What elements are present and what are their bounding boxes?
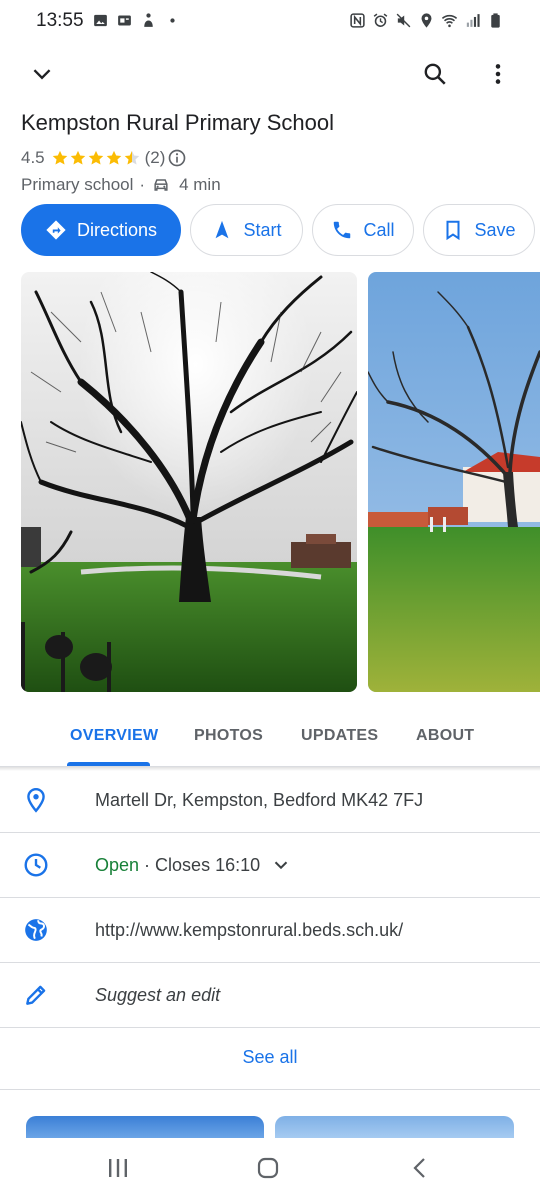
location-pin-icon: [22, 786, 50, 814]
rating-row[interactable]: 4.5 (2): [21, 146, 187, 170]
hours-closing-time: Closes 16:10: [155, 854, 261, 875]
top-app-bar: [0, 52, 540, 96]
location-icon: [421, 13, 432, 28]
call-button[interactable]: Call: [312, 204, 414, 256]
wifi-icon: [441, 14, 458, 28]
directions-label: Directions: [76, 219, 158, 240]
battery-icon: [491, 13, 500, 28]
dot-icon: [170, 18, 175, 23]
meta-separator: ·: [139, 175, 146, 194]
tree-photo-image: [21, 272, 357, 692]
place-category: Primary school: [21, 175, 134, 194]
home-icon: [257, 1157, 279, 1179]
directions-icon: [46, 220, 66, 240]
phone-icon: [334, 221, 351, 239]
tab-about[interactable]: ABOUT: [416, 705, 474, 767]
figure-icon: [144, 13, 153, 27]
recents-button[interactable]: [88, 1148, 148, 1188]
status-bar: 13:55: [0, 0, 540, 44]
back-icon: [413, 1158, 425, 1178]
star-half-icon: [124, 150, 139, 165]
status-right-icons: [349, 12, 504, 29]
place-meta-row: Primary school · 4 min: [21, 173, 221, 197]
pencil-icon: [22, 981, 50, 1009]
preview-card[interactable]: [26, 1116, 264, 1140]
website-link[interactable]: http://www.kempstonrural.beds.sch.uk/: [95, 920, 403, 941]
suggest-edit-row[interactable]: Suggest an edit: [0, 963, 540, 1028]
tab-bar: OVERVIEW PHOTOS UPDATES ABOUT: [0, 705, 540, 767]
call-label: Call: [363, 219, 395, 240]
star-full-icon: [52, 150, 67, 165]
search-icon: [424, 63, 446, 85]
recents-icon: [109, 1159, 127, 1177]
hours-open-status: Open: [95, 854, 140, 875]
collapse-button[interactable]: [20, 52, 64, 96]
place-title: Kempston Rural Primary School: [21, 110, 335, 135]
start-label: Start: [243, 219, 282, 240]
drive-time: 4 min: [179, 175, 221, 194]
more-vert-icon: [495, 64, 501, 84]
tab-overview[interactable]: OVERVIEW: [70, 705, 158, 767]
review-count: (2): [144, 148, 166, 167]
address-row[interactable]: Martell Dr, Kempston, Bedford MK42 7FJ: [0, 768, 540, 833]
hours-row[interactable]: Open · Closes 16:10: [0, 833, 540, 898]
website-row[interactable]: http://www.kempstonrural.beds.sch.uk/: [0, 898, 540, 963]
navigation-arrow-icon: [216, 220, 229, 239]
school-photo-image: [368, 272, 540, 692]
save-label: Save: [474, 219, 516, 240]
more-options-button[interactable]: [476, 52, 520, 96]
status-time: 13:55: [36, 10, 84, 31]
photo-tree-main[interactable]: [21, 272, 357, 692]
nfc-icon: [350, 13, 365, 28]
chevron-down-icon: [33, 69, 51, 80]
globe-icon: [22, 916, 50, 944]
directions-button[interactable]: Directions: [21, 204, 181, 256]
back-button[interactable]: [390, 1148, 450, 1188]
preview-card[interactable]: [275, 1116, 514, 1140]
chevron-down-icon[interactable]: [270, 854, 292, 876]
home-button[interactable]: [238, 1148, 298, 1188]
suggest-edit-text: Suggest an edit: [95, 984, 221, 1005]
tab-updates[interactable]: UPDATES: [301, 705, 378, 767]
alarm-icon: [373, 13, 388, 27]
save-button[interactable]: Save: [423, 204, 535, 256]
info-icon[interactable]: [167, 148, 187, 168]
tab-photos[interactable]: PHOTOS: [194, 705, 263, 767]
hours-text: Open · Closes 16:10: [95, 854, 292, 876]
photo-tree-school[interactable]: [368, 272, 540, 692]
rating-value: 4.5: [21, 148, 45, 167]
mute-icon: [396, 13, 411, 28]
star-rating: [51, 149, 141, 167]
see-all-button[interactable]: See all: [0, 1026, 540, 1090]
status-left-icons: [92, 12, 181, 29]
search-button[interactable]: [413, 52, 457, 96]
signal-icon: [466, 14, 480, 27]
address-text: Martell Dr, Kempston, Bedford MK42 7FJ: [95, 789, 424, 810]
star-full-icon: [88, 150, 103, 165]
star-full-icon: [106, 150, 121, 165]
cast-icon: [118, 15, 131, 26]
clock-icon: [22, 851, 50, 879]
gallery-icon: [94, 14, 107, 27]
start-button[interactable]: Start: [190, 204, 303, 256]
tab-active-indicator: [67, 762, 150, 766]
star-full-icon: [70, 150, 85, 165]
car-icon: [154, 179, 168, 191]
system-nav-bar: [0, 1138, 540, 1200]
hours-separator: ·: [139, 854, 156, 875]
bookmark-icon: [446, 220, 460, 241]
